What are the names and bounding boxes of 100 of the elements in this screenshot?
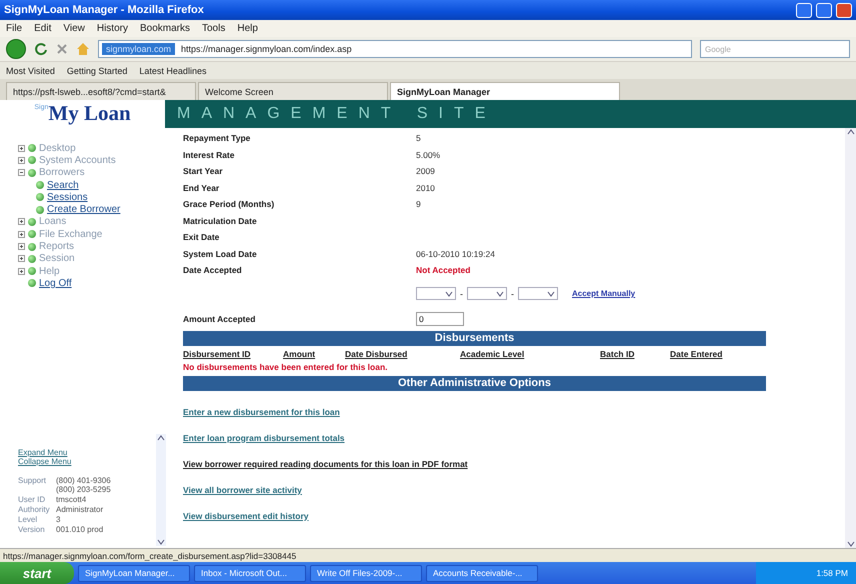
collapse-icon[interactable] bbox=[18, 169, 25, 176]
field-label: End Year bbox=[183, 182, 220, 193]
info-value: tmscott4 bbox=[56, 495, 88, 504]
column-header[interactable]: Date Disbursed bbox=[345, 348, 460, 358]
menu-item[interactable]: Edit bbox=[34, 23, 52, 34]
scroll-down-icon[interactable] bbox=[157, 538, 165, 546]
field-label: Amount Accepted bbox=[183, 314, 256, 324]
column-header[interactable]: Batch ID bbox=[600, 348, 670, 358]
option-link[interactable]: View disbursement edit history bbox=[183, 510, 308, 520]
option-link[interactable]: Enter a new disbursement for this loan bbox=[183, 406, 340, 416]
reload-icon[interactable] bbox=[34, 42, 48, 56]
field-label: Exit Date bbox=[183, 232, 220, 242]
bookmark-item[interactable]: Most Visited bbox=[6, 66, 55, 76]
expand-icon[interactable] bbox=[18, 243, 25, 250]
scroll-up-icon[interactable] bbox=[157, 434, 165, 442]
expand-icon[interactable] bbox=[18, 156, 25, 164]
bullet-icon bbox=[28, 242, 36, 251]
bullet-icon bbox=[36, 193, 44, 202]
url-text: https://manager.signmyloan.com/index.asp bbox=[181, 44, 352, 54]
clock: 1:58 PM bbox=[816, 568, 848, 578]
option-link[interactable]: View all borrower site activity bbox=[183, 484, 302, 494]
info-value: 001.010 prod bbox=[56, 525, 104, 534]
window-title: SignMyLoan Manager - Mozilla Firefox bbox=[4, 4, 205, 16]
field-value: 2010 bbox=[416, 182, 436, 193]
address-field[interactable]: signmyloan.com https://manager.signmyloan.com/index.asp bbox=[98, 40, 692, 58]
scrollbar[interactable] bbox=[845, 128, 856, 548]
close-button[interactable] bbox=[836, 2, 852, 18]
info-label: User ID bbox=[18, 495, 46, 504]
field-value: 06-10-2010 10:19:24 bbox=[416, 248, 496, 259]
field-value: 9 bbox=[416, 199, 422, 210]
menu-toggle-link[interactable]: Expand Menu bbox=[18, 448, 156, 457]
expand-icon[interactable] bbox=[18, 230, 25, 238]
info-value: Administrator bbox=[56, 505, 104, 514]
bullet-icon bbox=[36, 181, 44, 190]
field-value: Not Accepted bbox=[416, 265, 472, 276]
bullet-icon bbox=[28, 267, 36, 276]
sidebar-item[interactable]: Log Off bbox=[39, 278, 72, 289]
browser-tab[interactable]: Welcome Screen bbox=[198, 82, 388, 100]
status-bar: https://manager.signmyloan.com/form_create_disbursement.asp?lid=3308445 bbox=[0, 548, 856, 562]
option-link[interactable]: View borrower required reading documents for this loan in PDF format bbox=[183, 458, 468, 468]
start-button[interactable]: start bbox=[0, 562, 74, 584]
section-header: Disbursements bbox=[183, 330, 766, 346]
menu-item[interactable]: File bbox=[6, 23, 22, 34]
bookmark-item[interactable]: Latest Headlines bbox=[139, 66, 206, 76]
column-header[interactable]: Academic Level bbox=[460, 348, 600, 358]
expand-icon[interactable] bbox=[18, 218, 25, 226]
option-link[interactable]: Enter loan program disbursement totals bbox=[183, 432, 345, 442]
browser-tab[interactable]: SignMyLoan Manager bbox=[390, 82, 620, 100]
date-separator: - bbox=[511, 288, 514, 298]
info-value: (800) 401-9306 bbox=[56, 476, 112, 485]
back-button[interactable] bbox=[6, 39, 26, 59]
scroll-up-icon[interactable] bbox=[846, 128, 854, 136]
taskbar-button[interactable]: Accounts Receivable-... bbox=[426, 564, 538, 582]
column-header[interactable]: Date Entered bbox=[670, 348, 766, 358]
expand-icon[interactable] bbox=[18, 144, 25, 152]
bullet-icon bbox=[28, 254, 36, 263]
maximize-button[interactable] bbox=[816, 2, 832, 18]
column-header[interactable]: Amount bbox=[283, 348, 345, 358]
logo-text: My Loan bbox=[48, 101, 131, 126]
field-label: Start Year bbox=[183, 166, 224, 176]
column-header[interactable]: Disbursement ID bbox=[183, 348, 283, 358]
banner-title: MANAGEMENT SITE bbox=[177, 105, 496, 123]
scrollbar[interactable] bbox=[156, 434, 166, 546]
bullet-icon bbox=[28, 230, 36, 238]
info-label: Support bbox=[18, 476, 48, 487]
sidebar-item[interactable]: Sessions bbox=[47, 192, 88, 203]
field-label: System Load Date bbox=[183, 248, 258, 259]
bullet-icon bbox=[28, 156, 36, 164]
menu-item[interactable]: Bookmarks bbox=[140, 23, 190, 34]
menu-item[interactable]: History bbox=[96, 23, 128, 34]
menu-item[interactable]: Tools bbox=[202, 23, 226, 34]
sidebar-item[interactable]: Create Borrower bbox=[47, 204, 120, 216]
date-separator: - bbox=[460, 288, 463, 298]
field-value: 2009 bbox=[416, 166, 436, 176]
field-value: 5 bbox=[416, 133, 422, 144]
menu-item[interactable]: View bbox=[63, 23, 85, 34]
minimize-button[interactable] bbox=[796, 2, 812, 18]
bullet-icon bbox=[28, 168, 36, 177]
bullet-icon bbox=[28, 218, 36, 226]
field-label: Repayment Type bbox=[183, 133, 252, 144]
sidebar-item[interactable]: Search bbox=[47, 180, 79, 191]
info-label: Version bbox=[18, 525, 46, 534]
info-value: 3 bbox=[56, 515, 62, 524]
browser-tab[interactable]: https://psft-lsweb...esoft8/?cmd=start& bbox=[6, 82, 196, 100]
amount-field[interactable]: 0 bbox=[416, 312, 464, 326]
menu-item[interactable]: Help bbox=[237, 23, 258, 34]
taskbar-button[interactable]: SignMyLoan Manager... bbox=[78, 564, 190, 582]
bullet-icon bbox=[28, 279, 36, 288]
taskbar-button[interactable]: Inbox - Microsoft Out... bbox=[194, 564, 306, 582]
info-value: (800) 203-5295 bbox=[56, 485, 112, 494]
expand-icon[interactable] bbox=[18, 255, 25, 262]
expand-icon[interactable] bbox=[18, 268, 25, 275]
section-header: Other Administrative Options bbox=[183, 376, 766, 390]
scroll-down-icon[interactable] bbox=[846, 540, 854, 548]
accept-manually-link[interactable]: Accept Manually bbox=[572, 289, 636, 298]
bullet-icon bbox=[36, 206, 44, 214]
menu-toggle-link[interactable]: Collapse Menu bbox=[18, 457, 156, 466]
bookmark-item[interactable]: Getting Started bbox=[66, 66, 128, 76]
taskbar-button[interactable]: Write Off Files-2009-... bbox=[310, 564, 422, 582]
field-label: Grace Period (Months) bbox=[183, 199, 276, 210]
